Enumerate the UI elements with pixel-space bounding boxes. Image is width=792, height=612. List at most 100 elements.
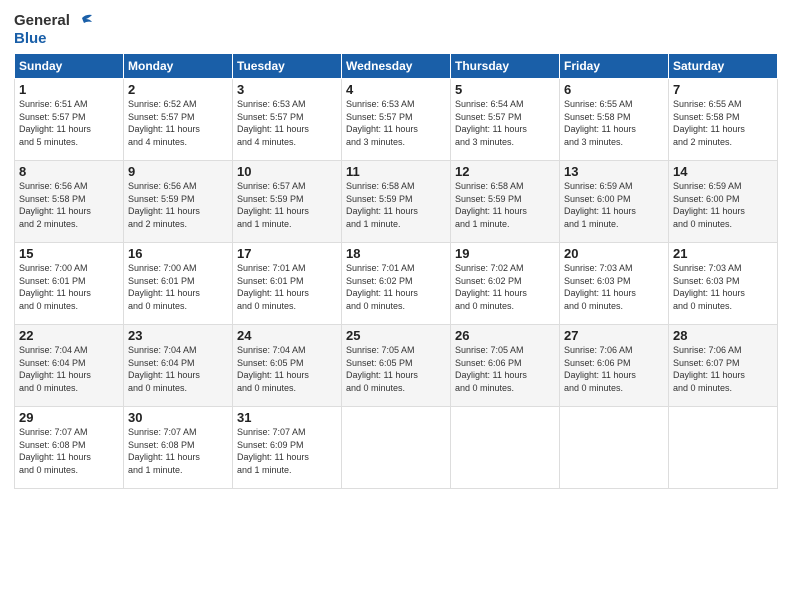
calendar-cell: 26Sunrise: 7:05 AMSunset: 6:06 PMDayligh… (451, 325, 560, 407)
logo-bird-icon (72, 10, 94, 32)
daylight-label: Daylight: 11 hours (128, 370, 200, 380)
day-number: 18 (346, 246, 446, 261)
cell-info: Sunrise: 7:05 AMSunset: 6:05 PMDaylight:… (346, 344, 446, 394)
day-number: 25 (346, 328, 446, 343)
daylight-label: Daylight: 11 hours (673, 288, 745, 298)
cell-info: Sunrise: 6:56 AMSunset: 5:58 PMDaylight:… (19, 180, 119, 230)
daylight-label: Daylight: 11 hours (673, 124, 745, 134)
daylight-label: Daylight: 11 hours (346, 288, 418, 298)
calendar-cell: 18Sunrise: 7:01 AMSunset: 6:02 PMDayligh… (342, 243, 451, 325)
day-number: 4 (346, 82, 446, 97)
day-number: 19 (455, 246, 555, 261)
cell-info: Sunrise: 6:52 AMSunset: 5:57 PMDaylight:… (128, 98, 228, 148)
cell-info: Sunrise: 6:53 AMSunset: 5:57 PMDaylight:… (346, 98, 446, 148)
calendar-cell (560, 407, 669, 489)
cell-info: Sunrise: 7:04 AMSunset: 6:04 PMDaylight:… (19, 344, 119, 394)
calendar-cell: 27Sunrise: 7:06 AMSunset: 6:06 PMDayligh… (560, 325, 669, 407)
cell-info: Sunrise: 7:01 AMSunset: 6:01 PMDaylight:… (237, 262, 337, 312)
col-friday: Friday (560, 54, 669, 79)
calendar-cell: 23Sunrise: 7:04 AMSunset: 6:04 PMDayligh… (124, 325, 233, 407)
cell-info: Sunrise: 7:01 AMSunset: 6:02 PMDaylight:… (346, 262, 446, 312)
daylight-label: Daylight: 11 hours (19, 452, 91, 462)
calendar-cell: 25Sunrise: 7:05 AMSunset: 6:05 PMDayligh… (342, 325, 451, 407)
daylight-label: Daylight: 11 hours (673, 206, 745, 216)
day-number: 8 (19, 164, 119, 179)
day-number: 10 (237, 164, 337, 179)
day-number: 6 (564, 82, 664, 97)
day-number: 27 (564, 328, 664, 343)
cell-info: Sunrise: 6:59 AMSunset: 6:00 PMDaylight:… (673, 180, 773, 230)
daylight-label: Daylight: 11 hours (237, 370, 309, 380)
day-number: 17 (237, 246, 337, 261)
calendar-week-row: 22Sunrise: 7:04 AMSunset: 6:04 PMDayligh… (15, 325, 778, 407)
daylight-label: Daylight: 11 hours (128, 206, 200, 216)
daylight-label: Daylight: 11 hours (128, 288, 200, 298)
cell-info: Sunrise: 6:56 AMSunset: 5:59 PMDaylight:… (128, 180, 228, 230)
day-number: 26 (455, 328, 555, 343)
calendar-cell: 2Sunrise: 6:52 AMSunset: 5:57 PMDaylight… (124, 79, 233, 161)
day-number: 2 (128, 82, 228, 97)
cell-info: Sunrise: 6:57 AMSunset: 5:59 PMDaylight:… (237, 180, 337, 230)
day-number: 14 (673, 164, 773, 179)
calendar-cell: 3Sunrise: 6:53 AMSunset: 5:57 PMDaylight… (233, 79, 342, 161)
calendar-cell: 7Sunrise: 6:55 AMSunset: 5:58 PMDaylight… (669, 79, 778, 161)
day-number: 22 (19, 328, 119, 343)
calendar-week-row: 8Sunrise: 6:56 AMSunset: 5:58 PMDaylight… (15, 161, 778, 243)
calendar-cell: 17Sunrise: 7:01 AMSunset: 6:01 PMDayligh… (233, 243, 342, 325)
col-wednesday: Wednesday (342, 54, 451, 79)
cell-info: Sunrise: 7:05 AMSunset: 6:06 PMDaylight:… (455, 344, 555, 394)
calendar-cell (342, 407, 451, 489)
calendar-cell: 29Sunrise: 7:07 AMSunset: 6:08 PMDayligh… (15, 407, 124, 489)
daylight-label: Daylight: 11 hours (19, 288, 91, 298)
calendar-week-row: 15Sunrise: 7:00 AMSunset: 6:01 PMDayligh… (15, 243, 778, 325)
daylight-label: Daylight: 11 hours (237, 288, 309, 298)
cell-info: Sunrise: 7:06 AMSunset: 6:07 PMDaylight:… (673, 344, 773, 394)
daylight-label: Daylight: 11 hours (128, 124, 200, 134)
cell-info: Sunrise: 7:00 AMSunset: 6:01 PMDaylight:… (19, 262, 119, 312)
calendar-cell: 8Sunrise: 6:56 AMSunset: 5:58 PMDaylight… (15, 161, 124, 243)
day-number: 30 (128, 410, 228, 425)
daylight-label: Daylight: 11 hours (455, 370, 527, 380)
calendar-cell: 13Sunrise: 6:59 AMSunset: 6:00 PMDayligh… (560, 161, 669, 243)
day-number: 3 (237, 82, 337, 97)
daylight-label: Daylight: 11 hours (673, 370, 745, 380)
cell-info: Sunrise: 7:04 AMSunset: 6:05 PMDaylight:… (237, 344, 337, 394)
day-number: 29 (19, 410, 119, 425)
daylight-label: Daylight: 11 hours (19, 370, 91, 380)
daylight-label: Daylight: 11 hours (237, 124, 309, 134)
day-number: 20 (564, 246, 664, 261)
day-number: 28 (673, 328, 773, 343)
calendar-week-row: 29Sunrise: 7:07 AMSunset: 6:08 PMDayligh… (15, 407, 778, 489)
calendar-cell: 21Sunrise: 7:03 AMSunset: 6:03 PMDayligh… (669, 243, 778, 325)
daylight-label: Daylight: 11 hours (455, 206, 527, 216)
calendar-table: Sunday Monday Tuesday Wednesday Thursday… (14, 53, 778, 489)
calendar-cell (669, 407, 778, 489)
logo: General Blue (14, 10, 94, 47)
day-number: 12 (455, 164, 555, 179)
col-thursday: Thursday (451, 54, 560, 79)
cell-info: Sunrise: 6:59 AMSunset: 6:00 PMDaylight:… (564, 180, 664, 230)
daylight-label: Daylight: 11 hours (346, 124, 418, 134)
calendar-cell (451, 407, 560, 489)
calendar-cell: 30Sunrise: 7:07 AMSunset: 6:08 PMDayligh… (124, 407, 233, 489)
calendar-cell: 12Sunrise: 6:58 AMSunset: 5:59 PMDayligh… (451, 161, 560, 243)
day-number: 21 (673, 246, 773, 261)
cell-info: Sunrise: 7:06 AMSunset: 6:06 PMDaylight:… (564, 344, 664, 394)
calendar-cell: 6Sunrise: 6:55 AMSunset: 5:58 PMDaylight… (560, 79, 669, 161)
day-number: 16 (128, 246, 228, 261)
daylight-label: Daylight: 11 hours (564, 288, 636, 298)
day-number: 13 (564, 164, 664, 179)
calendar-cell: 10Sunrise: 6:57 AMSunset: 5:59 PMDayligh… (233, 161, 342, 243)
day-number: 5 (455, 82, 555, 97)
cell-info: Sunrise: 7:02 AMSunset: 6:02 PMDaylight:… (455, 262, 555, 312)
day-number: 15 (19, 246, 119, 261)
logo-general-text: General (14, 12, 70, 29)
cell-info: Sunrise: 6:58 AMSunset: 5:59 PMDaylight:… (455, 180, 555, 230)
daylight-label: Daylight: 11 hours (564, 124, 636, 134)
daylight-label: Daylight: 11 hours (237, 206, 309, 216)
day-number: 7 (673, 82, 773, 97)
cell-info: Sunrise: 6:53 AMSunset: 5:57 PMDaylight:… (237, 98, 337, 148)
col-sunday: Sunday (15, 54, 124, 79)
col-monday: Monday (124, 54, 233, 79)
cell-info: Sunrise: 7:00 AMSunset: 6:01 PMDaylight:… (128, 262, 228, 312)
